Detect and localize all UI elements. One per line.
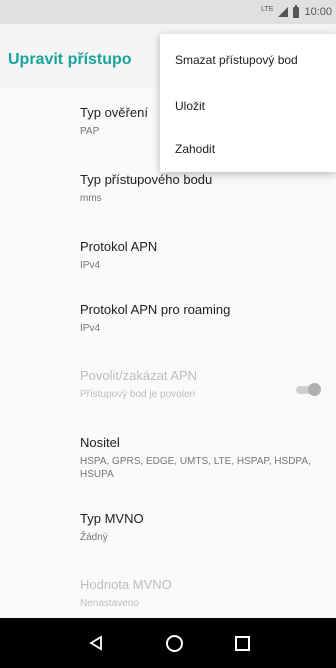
- setting-apn-type[interactable]: Typ přístupového bodu mms: [80, 172, 320, 205]
- clock: 10:00: [304, 6, 332, 18]
- setting-value: Žádný: [80, 532, 108, 543]
- setting-title: Typ přístupového bodu: [80, 172, 213, 187]
- apn-enable-toggle: [296, 383, 322, 397]
- setting-value: Přístupový bod je povolen: [80, 389, 196, 400]
- status-bar: LTE 10:00: [0, 0, 336, 24]
- home-icon: [165, 634, 183, 652]
- setting-title: Typ MVNO: [80, 511, 144, 526]
- recents-icon: [234, 635, 250, 651]
- setting-value: IPv4: [80, 323, 101, 334]
- setting-apn-roaming-protocol[interactable]: Protokol APN pro roaming IPv4: [80, 302, 320, 335]
- setting-mvno-type[interactable]: Typ MVNO Žádný: [80, 511, 320, 544]
- home-button[interactable]: [158, 618, 190, 668]
- setting-value: IPv4: [80, 260, 101, 271]
- setting-value: HSPA, GPRS, EDGE, UMTS, LTE, HSPAP, HSDP…: [80, 456, 311, 480]
- back-icon: [89, 635, 102, 651]
- toggle-thumb: [308, 383, 321, 396]
- setting-title: Protokol APN pro roaming: [80, 302, 231, 317]
- signal-icon: [278, 7, 289, 17]
- setting-title: Hodnota MVNO: [80, 577, 172, 592]
- menu-item-delete-apn[interactable]: Smazat přístupový bod: [175, 53, 298, 67]
- setting-value: mms: [80, 193, 102, 204]
- battery-icon: [293, 4, 300, 18]
- status-icons: LTE 10:00: [261, 0, 332, 24]
- setting-apn-protocol[interactable]: Protokol APN IPv4: [80, 239, 320, 272]
- menu-item-discard[interactable]: Zahodit: [175, 142, 215, 156]
- recents-button[interactable]: [226, 618, 258, 668]
- setting-title: Povolit/zakázat APN: [80, 368, 198, 383]
- network-type: LTE: [261, 5, 274, 13]
- page-title: Upravit přístupo: [8, 51, 132, 68]
- overflow-menu: Smazat přístupový bod Uložit Zahodit: [160, 34, 336, 172]
- setting-bearer[interactable]: Nositel HSPA, GPRS, EDGE, UMTS, LTE, HSP…: [80, 435, 320, 481]
- setting-value: Nenastaveno: [80, 598, 139, 609]
- navigation-bar: [0, 618, 336, 668]
- back-button[interactable]: [80, 618, 112, 668]
- setting-title: Protokol APN: [80, 239, 158, 254]
- menu-item-save[interactable]: Uložit: [175, 99, 205, 113]
- setting-apn-enable: Povolit/zakázat APN Přístupový bod je po…: [80, 368, 320, 401]
- setting-mvno-value: Hodnota MVNO Nenastaveno: [80, 577, 320, 610]
- setting-title: Nositel: [80, 435, 120, 450]
